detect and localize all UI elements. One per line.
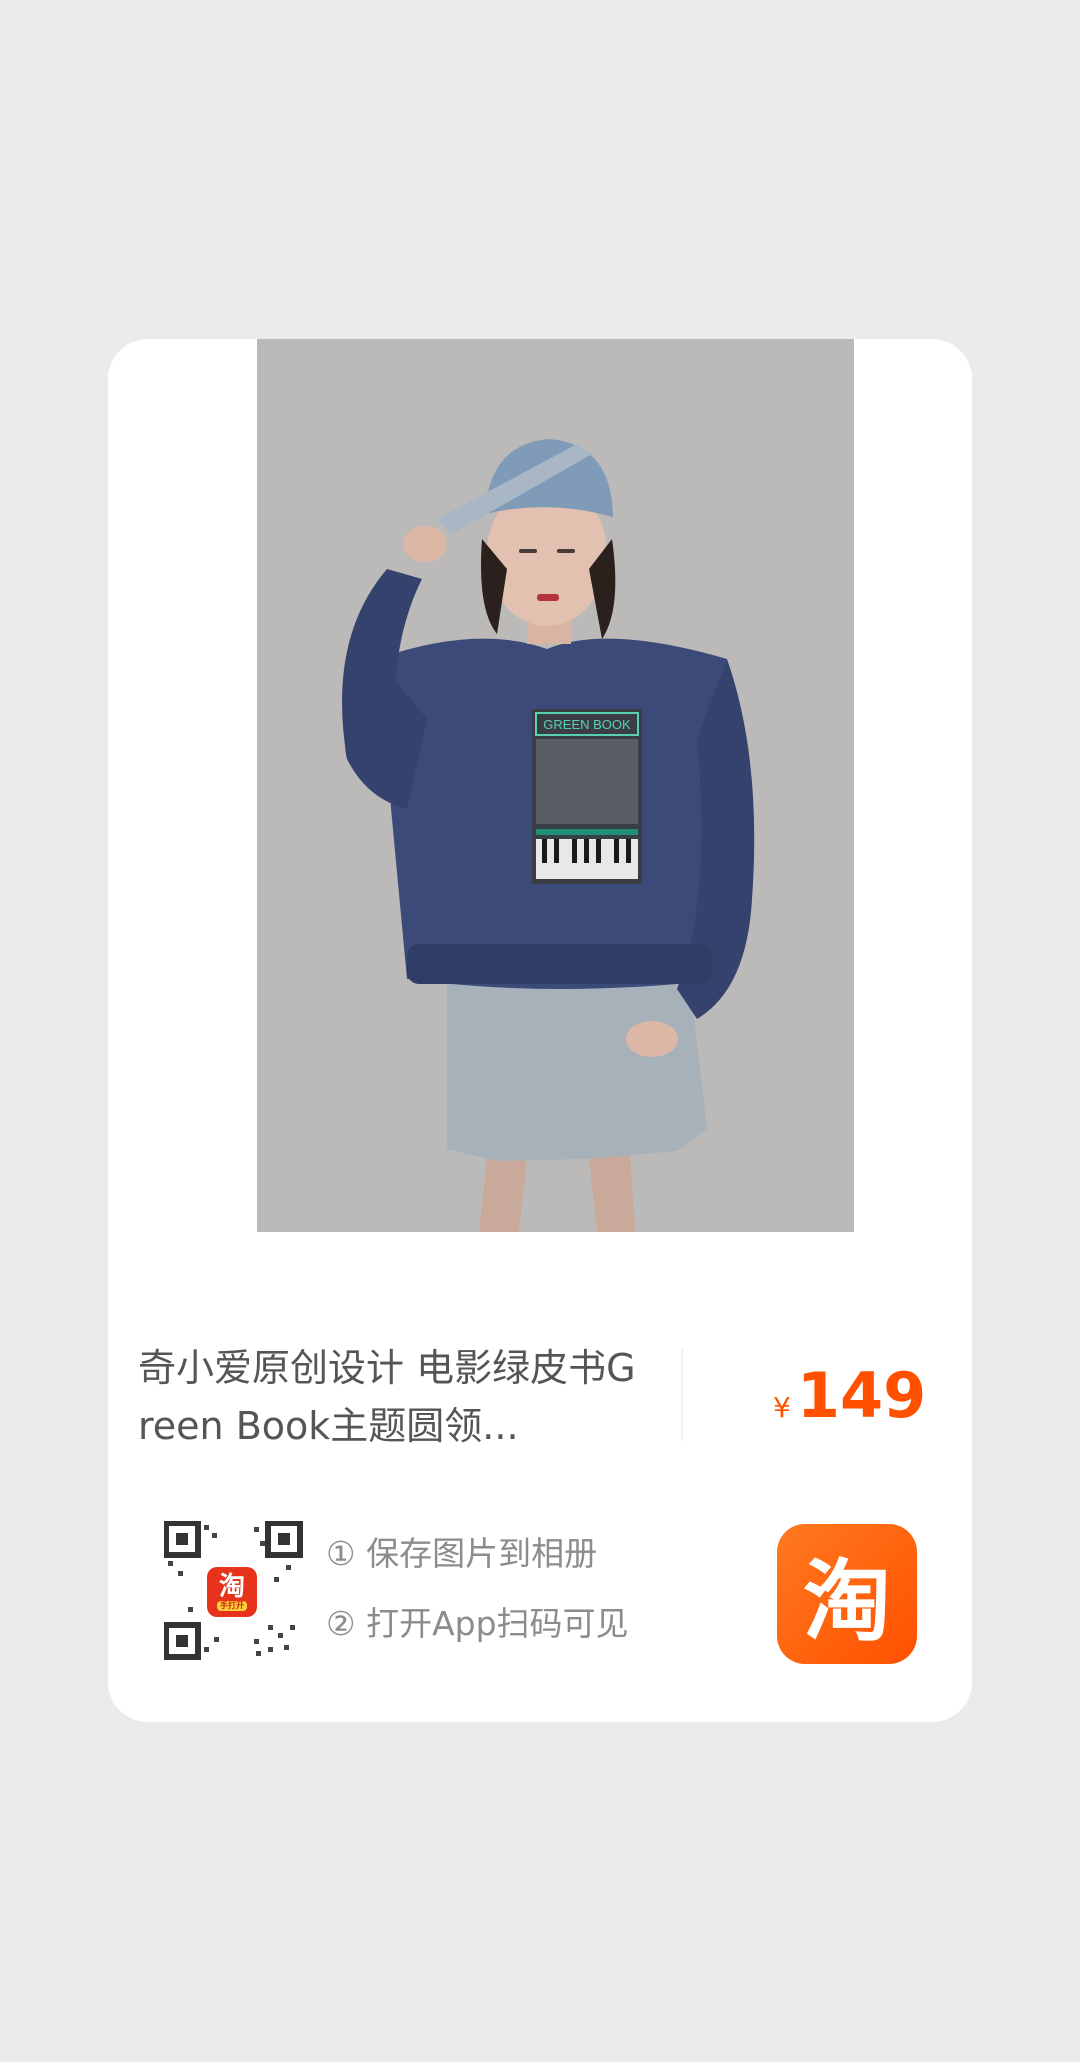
product-photo-illustration: GREEN BOOK bbox=[257, 339, 854, 1232]
divider bbox=[681, 1349, 683, 1441]
price-currency: ¥ bbox=[773, 1391, 791, 1424]
taobao-app-icon[interactable]: 淘 bbox=[777, 1524, 917, 1664]
share-steps: ① 保存图片到相册 ② 打开App扫码可见 bbox=[326, 1519, 629, 1659]
product-title[interactable]: 奇小爱原创设计 电影绿皮书Green Book主题圆领... bbox=[138, 1339, 638, 1469]
price-value: 149 bbox=[796, 1359, 927, 1432]
qr-badge-char: 淘 bbox=[218, 1572, 245, 1602]
qr-badge-taobao-icon: 淘 手打开 bbox=[207, 1567, 257, 1617]
share-card: GREEN BOOK 奇小爱原创设计 电影绿皮书Green Book主题圆领..… bbox=[108, 339, 972, 1722]
step-save-image: ① 保存图片到相册 bbox=[326, 1534, 598, 1573]
qr-code-icon[interactable]: 淘 手打开 bbox=[163, 1520, 304, 1661]
product-price: ¥ 149 bbox=[773, 1359, 926, 1432]
product-image[interactable]: GREEN BOOK bbox=[257, 339, 854, 1232]
step-open-app: ② 打开App扫码可见 bbox=[326, 1604, 629, 1643]
print-text: GREEN BOOK bbox=[543, 717, 631, 732]
qr-badge-sub: 手打开 bbox=[217, 1601, 247, 1611]
app-icon-char: 淘 bbox=[802, 1549, 891, 1653]
